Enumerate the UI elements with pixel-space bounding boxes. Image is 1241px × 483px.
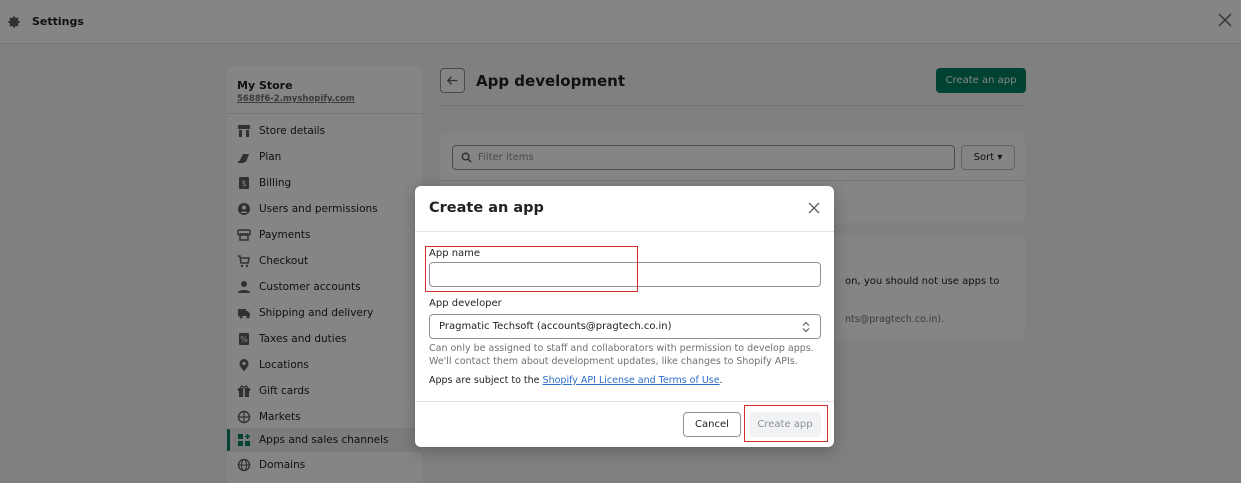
modal-footer-divider [415,401,834,402]
app-developer-select[interactable]: Pragmatic Techsoft (accounts@pragtech.co… [429,314,821,339]
cancel-button[interactable]: Cancel [683,412,741,437]
select-arrows-icon [802,321,810,333]
app-developer-label: App developer [429,298,502,309]
terms-text: Apps are subject to the Shopify API Lice… [429,375,723,386]
terms-link[interactable]: Shopify API License and Terms of Use [543,375,720,386]
app-developer-help-text-2: We'll contact them about development upd… [429,356,798,367]
terms-prefix: Apps are subject to the [429,375,543,386]
modal-title: Create an app [429,200,544,216]
terms-suffix: . [719,375,723,386]
highlight-create-app-button [744,405,828,442]
modal-header: Create an app [415,186,834,232]
app-developer-value: Pragmatic Techsoft (accounts@pragtech.co… [439,321,672,332]
highlight-app-name [425,246,638,292]
close-icon[interactable] [807,201,821,215]
app-developer-help-text: Can only be assigned to staff and collab… [429,343,814,354]
